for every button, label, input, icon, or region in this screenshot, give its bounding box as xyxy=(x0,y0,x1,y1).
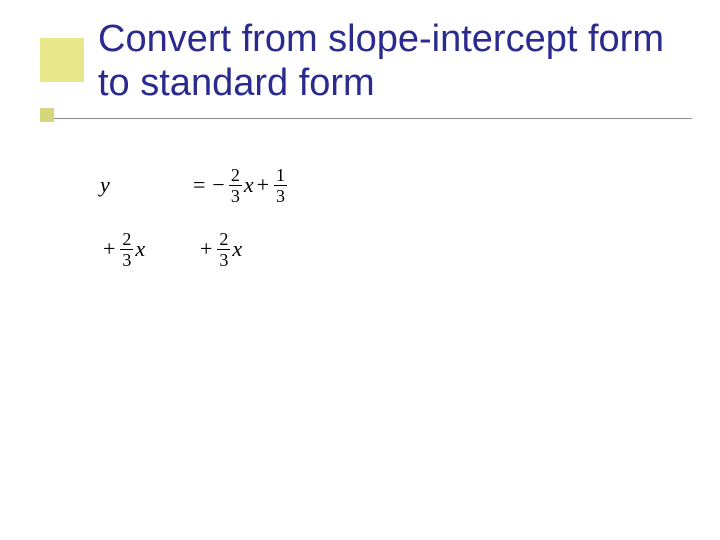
equation-row-1: y = − 2 3 x + 1 3 xyxy=(100,160,289,210)
eq1-lhs: y xyxy=(100,172,190,198)
eq2-lhs: + 2 3 x xyxy=(100,230,190,269)
frac-den: 3 xyxy=(274,185,287,205)
var-x: x xyxy=(232,236,242,262)
var-x: x xyxy=(135,236,145,262)
frac-den: 3 xyxy=(217,249,230,269)
plus-sign: + xyxy=(257,172,269,198)
bullet-square xyxy=(40,108,54,122)
frac-num: 2 xyxy=(120,230,133,249)
math-content: y = − 2 3 x + 1 3 + 2 xyxy=(100,160,289,288)
var-x: x xyxy=(244,172,254,198)
frac-num: 2 xyxy=(229,166,242,185)
frac-num: 1 xyxy=(274,166,287,185)
equals-sign: = xyxy=(193,172,205,198)
fraction-2-3-c: 2 3 xyxy=(217,230,230,269)
title-block: Convert from slope-intercept form to sta… xyxy=(98,18,680,105)
title-underline xyxy=(40,118,692,119)
fraction-2-3-b: 2 3 xyxy=(120,230,133,269)
slide: Convert from slope-intercept form to sta… xyxy=(0,0,720,540)
equation-row-2: + 2 3 x + 2 3 x xyxy=(100,224,289,274)
fraction-2-3-a: 2 3 xyxy=(229,166,242,205)
frac-num: 2 xyxy=(217,230,230,249)
fraction-1-3: 1 3 xyxy=(274,166,287,205)
var-y: y xyxy=(100,172,110,198)
plus-sign: + xyxy=(200,236,212,262)
eq2-rhs: + 2 3 x xyxy=(190,230,242,269)
accent-square xyxy=(40,38,84,82)
eq1-rhs: = − 2 3 x + 1 3 xyxy=(190,166,289,205)
frac-den: 3 xyxy=(120,249,133,269)
plus-sign: + xyxy=(103,236,115,262)
negative-sign: − xyxy=(212,172,224,198)
slide-title: Convert from slope-intercept form to sta… xyxy=(98,18,680,105)
frac-den: 3 xyxy=(229,185,242,205)
